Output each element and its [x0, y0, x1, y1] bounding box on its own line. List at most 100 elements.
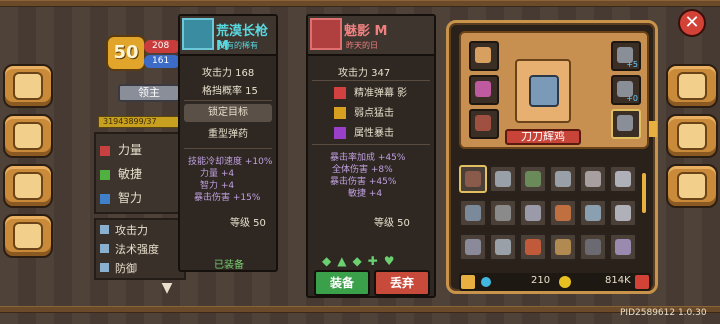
weapon-subtitle: 昨天的日 [346, 41, 378, 50]
close-button[interactable]: ✕ [678, 9, 706, 37]
stat-spell-power: 法术强度 [100, 241, 180, 259]
skill-elemental-crit: 属性暴击 [312, 124, 430, 139]
slot-helmet[interactable] [469, 41, 499, 71]
items-icon [677, 172, 707, 200]
coin-count: 814K [605, 275, 631, 286]
top-beam [0, 0, 720, 7]
build-id: PID2589612 1.0.30 [620, 308, 707, 318]
item-icon [525, 171, 541, 187]
inventory-slot[interactable] [579, 165, 607, 193]
tab-book[interactable] [3, 64, 53, 108]
weapon-card-selected: 魅影 M 昨天的日 攻击力 347 精准弹幕 影 弱点猛击 属性暴击 暴击率加成… [306, 14, 436, 298]
level-badge: 50 [106, 35, 146, 71]
collapse-tab[interactable] [649, 121, 657, 137]
combat-stats-panel: 攻击力 法术强度 防御 [94, 218, 186, 280]
weapon-name: 魅影 M [344, 24, 388, 39]
helmet-icon [677, 72, 707, 100]
inventory-slot[interactable] [519, 233, 547, 261]
stat-agility: 敏捷 [100, 164, 184, 184]
attribute-panel: 力量 敏捷 智力 [94, 132, 186, 214]
tab-items[interactable] [666, 164, 718, 208]
slot-armor[interactable] [469, 75, 499, 105]
bonus-line: 敏捷 +4 [348, 189, 383, 199]
paw-icon [13, 172, 43, 200]
weapon-attack: 攻击力 168 [202, 68, 255, 79]
weapon-card-header: 荒漠长枪 M 拥有的稀有 [180, 16, 276, 56]
item-icon [615, 239, 631, 255]
inventory-slot[interactable] [579, 199, 607, 227]
bottom-beam [0, 306, 720, 313]
inventory-slot[interactable] [549, 165, 577, 193]
hp-bar: 208 [144, 40, 180, 53]
inventory-slot[interactable] [549, 199, 577, 227]
item-icon [495, 171, 511, 187]
divider [184, 100, 272, 101]
skill-icon [334, 107, 346, 119]
gem-count: 210 [531, 275, 551, 286]
inventory-slot[interactable] [609, 233, 637, 261]
helmet-icon [475, 47, 491, 63]
inventory-slot[interactable] [459, 165, 487, 193]
tools-icon [677, 122, 707, 150]
inventory-slot[interactable] [579, 233, 607, 261]
scroll-down-icon[interactable]: ▼ [152, 281, 182, 295]
tab-skills[interactable] [3, 114, 53, 158]
item-icon [495, 205, 511, 221]
item-icon [555, 239, 571, 255]
steering-wheel-icon [13, 222, 43, 250]
slot-weapon-main[interactable] [611, 109, 641, 139]
item-icon [615, 205, 631, 221]
skills-icon [13, 122, 43, 150]
equipped-label: 已装备 [214, 260, 244, 271]
lock-icon[interactable] [461, 275, 475, 289]
inventory-slot[interactable] [519, 199, 547, 227]
discard-button[interactable]: 丢弃 [374, 270, 430, 296]
equip-button[interactable]: 装备 [314, 270, 370, 296]
slot-offhand[interactable]: +0 [611, 75, 641, 105]
inventory-slot[interactable] [489, 199, 517, 227]
inventory-slot[interactable] [609, 165, 637, 193]
slot-boots[interactable] [469, 109, 499, 139]
skill-icon [334, 127, 346, 139]
inventory-slot[interactable] [489, 233, 517, 261]
weapon-subtitle: 拥有的稀有 [218, 41, 258, 50]
item-icon [465, 239, 481, 255]
tab-equipment[interactable] [666, 64, 718, 108]
tab-tools[interactable] [666, 114, 718, 158]
item-icon [555, 171, 571, 187]
scrollbar[interactable] [642, 173, 646, 213]
leader-button[interactable]: 领主 [118, 84, 180, 102]
weapon-block: 格挡概率 15 [202, 86, 258, 97]
coin-icon [559, 276, 571, 288]
intelligence-icon [100, 193, 110, 204]
exp-bar: 31943899/37 [98, 116, 180, 128]
weapon-card-equipped: 荒漠长枪 M 拥有的稀有 攻击力 168 格挡概率 15 锁定目标 重型弹药 技… [178, 14, 278, 272]
inventory-grid [459, 165, 639, 269]
inventory-slot[interactable] [549, 233, 577, 261]
item-icon [495, 239, 511, 255]
item-icon [585, 205, 601, 221]
weapon-level: 等级 50 [230, 218, 266, 229]
bonus-line: 暴击伤害 +15% [194, 193, 261, 203]
inventory-slot[interactable] [519, 165, 547, 193]
sword-icon [100, 225, 109, 234]
boots-icon [475, 115, 491, 131]
gem-icon [481, 277, 491, 287]
inventory-slot[interactable] [489, 165, 517, 193]
stat-strength: 力量 [100, 140, 184, 160]
spear-icon [617, 115, 633, 131]
armor-icon [475, 81, 491, 97]
slot-weapon-secondary[interactable]: +5 [611, 41, 641, 71]
character-name[interactable]: 刀刀辉鸡 [505, 129, 581, 145]
sell-icon[interactable] [635, 275, 649, 289]
inventory-slot[interactable] [459, 233, 487, 261]
tab-vehicle[interactable] [3, 214, 53, 258]
character-portrait [515, 59, 571, 123]
inventory-slot[interactable] [459, 199, 487, 227]
character-sprite [529, 75, 559, 107]
item-icon [525, 239, 541, 255]
tab-pet[interactable] [3, 164, 53, 208]
item-icon [525, 205, 541, 221]
item-icon [585, 171, 601, 187]
inventory-slot[interactable] [609, 199, 637, 227]
